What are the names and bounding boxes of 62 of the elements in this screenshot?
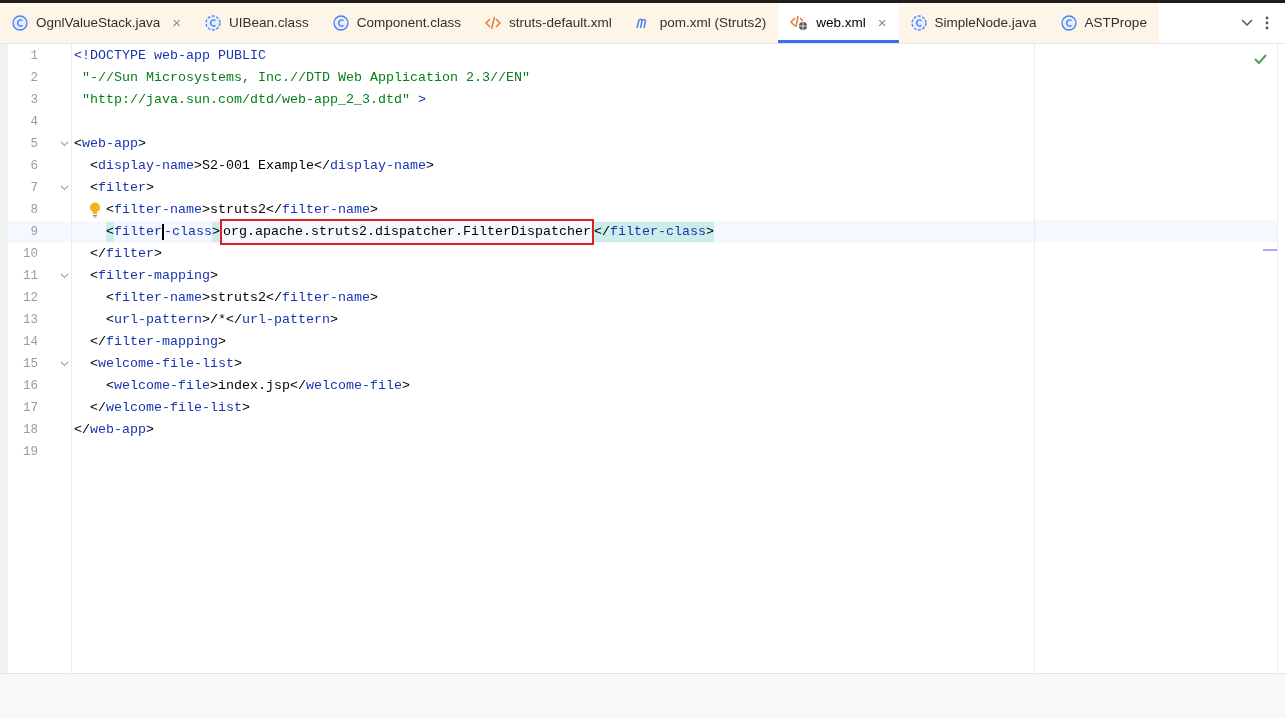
code-line: <filter-name>struts2</filter-name> [106,289,378,307]
matched-tag-highlight: > [212,222,220,242]
code-line: <filter-class> org.apache.struts2.dispatcher.FilterDispatcher </filter-class> [106,219,714,245]
code-line: <web-app> [74,135,146,153]
check-icon [1254,54,1267,64]
editor-tab[interactable]: struts-default.xml [472,3,624,43]
class-icon [910,15,927,31]
editor-tab[interactable]: SimpleNode.java [898,3,1049,43]
code-line: <filter-mapping> [90,267,218,285]
line-number: 3 [29,91,38,109]
lightbulb-icon[interactable] [89,202,101,218]
code-line: <!DOCTYPE web-app PUBLIC [74,47,266,65]
code-line: <url-pattern>/*</url-pattern> [106,311,338,329]
code-line: "-//Sun Microsystems, Inc.//DTD Web Application 2.3//EN" [82,69,530,87]
code-line: "http://java.sun.com/dtd/web-app_2_3.dtd" > [82,91,426,109]
class-icon [332,15,349,31]
line-number: 10 [22,245,38,263]
web-xml-icon [790,15,809,31]
code-line: <welcome-file>index.jsp</welcome-file> [106,377,410,395]
line-number: 19 [22,443,38,461]
code-line: <filter> [90,179,154,197]
line-number: 1 [29,47,38,65]
boxed-class-name: org.apache.struts2.dispatcher.FilterDispatcher [220,219,594,245]
code-line: <filter-name>struts2</filter-name> [106,201,378,219]
close-tab-button[interactable]: × [877,11,887,35]
code-line: </welcome-file-list> [90,399,250,417]
class-icon [205,15,222,31]
line-number: 13 [22,311,38,329]
chevron-down-icon[interactable] [1241,19,1253,27]
code-line: <display-name>S2-001 Example</display-name> [90,157,434,175]
editor-tab[interactable]: Component.class [320,3,473,43]
more-options-icon[interactable] [1265,16,1269,30]
matched-tag-highlight: > [705,222,714,242]
line-number: 9 [29,223,38,241]
line-number: 18 [22,421,38,439]
line-number: 15 [22,355,38,373]
editor-tab[interactable]: UIBean.class [193,3,321,43]
line-number: 5 [29,135,38,153]
code-brackets-icon [484,16,501,30]
line-number: 14 [22,333,38,351]
line-number: 2 [29,69,38,87]
editor-tab[interactable]: ASTPrope [1048,3,1159,43]
code-line: </filter> [90,245,162,263]
close-tab-button[interactable]: × [172,11,182,35]
line-number: 17 [22,399,38,417]
line-number: 7 [29,179,38,197]
class-icon [1060,15,1077,31]
matched-tag-highlight: filter-class [609,222,706,242]
line-number: 6 [29,157,38,175]
line-number: 4 [29,113,38,131]
line-number: 8 [29,201,38,219]
change-marker [1263,249,1277,251]
editor-tab[interactable]: pom.xml (Struts2) [623,3,779,43]
code-line: </filter-mapping> [90,333,226,351]
code-line: </web-app> [74,421,154,439]
line-number: 12 [22,289,38,307]
line-number: 16 [22,377,38,395]
matched-tag-highlight: < [106,222,114,242]
editor-tab[interactable]: OgnlValueStack.java × [0,3,194,43]
code-line: <welcome-file-list> [90,355,242,373]
line-number: 11 [22,267,38,285]
class-icon [12,15,28,31]
